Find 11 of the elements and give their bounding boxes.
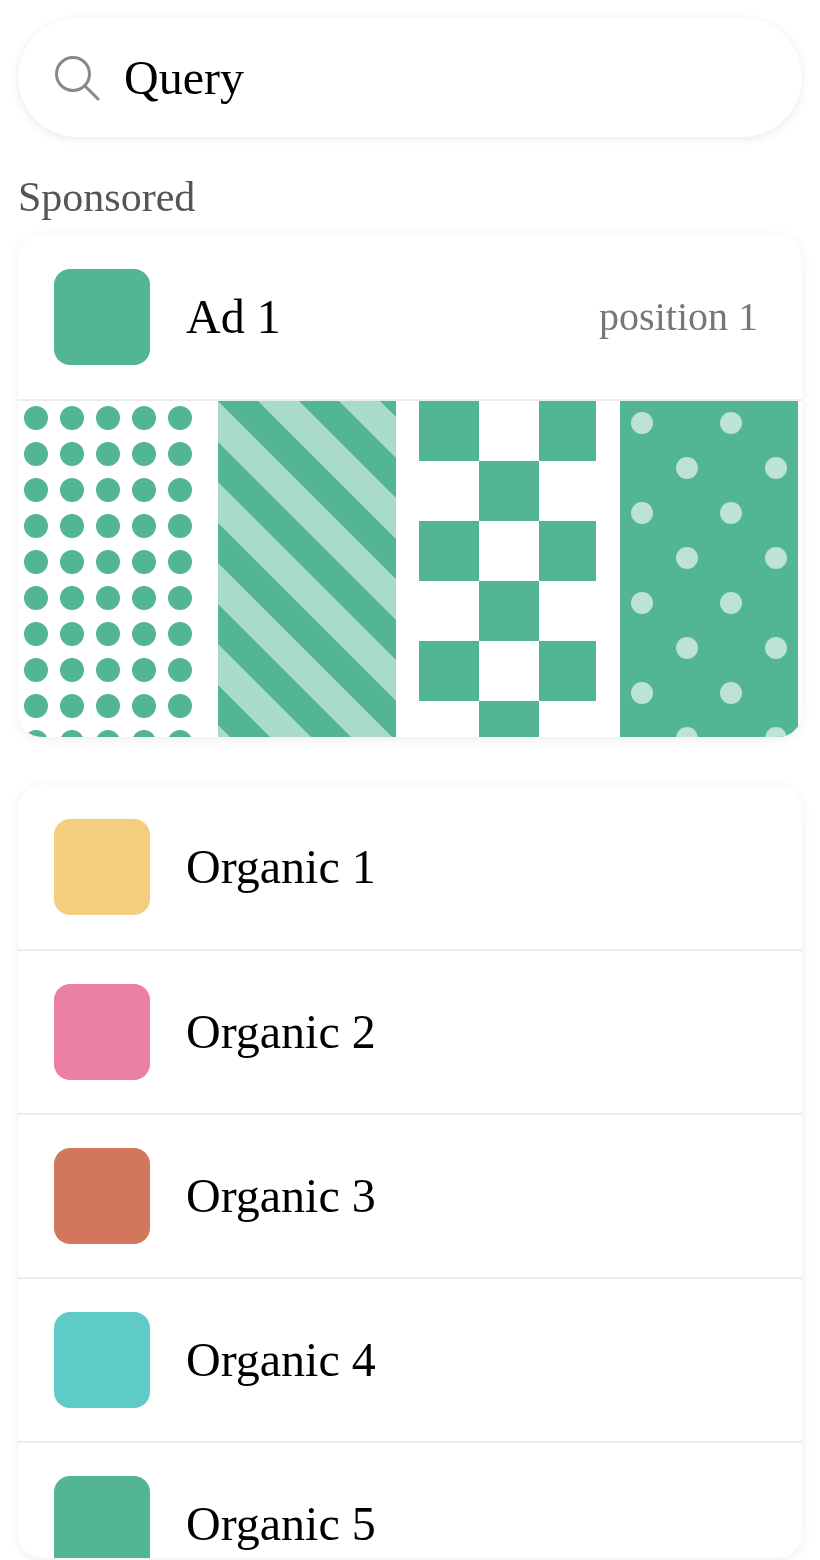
ad-card[interactable]: Ad 1 position 1 (18, 235, 802, 738)
result-title[interactable]: Organic 1 (186, 840, 376, 894)
search-icon (54, 54, 100, 101)
result-title[interactable]: Organic 5 (186, 1497, 376, 1551)
search-field[interactable]: Query (18, 18, 802, 137)
result-title[interactable]: Organic 2 (186, 1005, 376, 1059)
position-label: position 1 (599, 294, 758, 341)
result-title[interactable]: Organic 3 (186, 1169, 376, 1223)
section-label: Sponsored (18, 173, 196, 222)
ad-title[interactable]: Ad 1 (186, 290, 281, 344)
result-title[interactable]: Organic 4 (186, 1333, 376, 1387)
